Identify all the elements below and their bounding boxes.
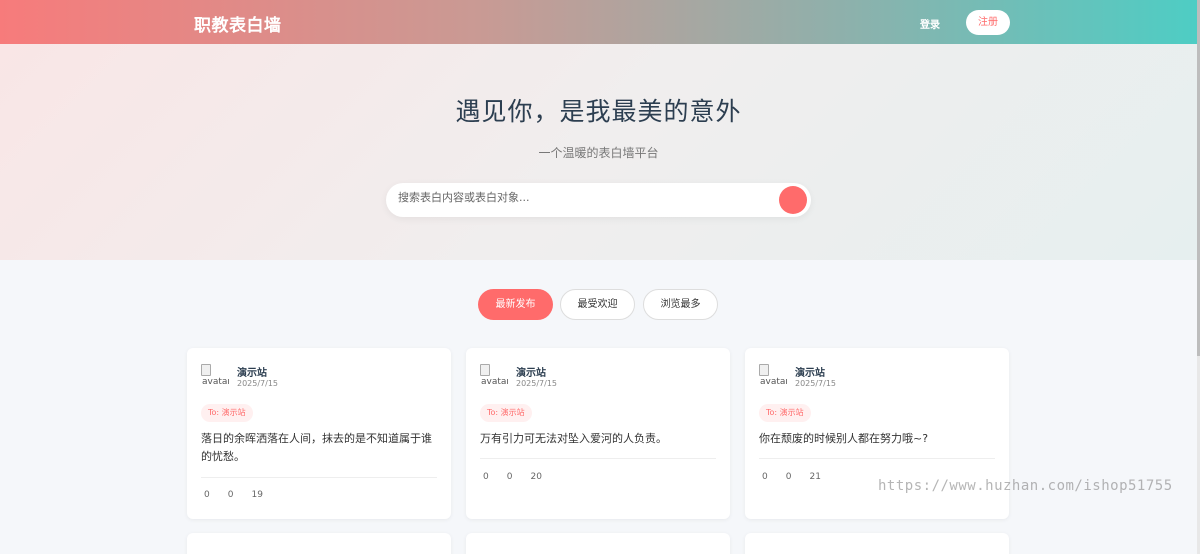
search-input[interactable] (398, 191, 768, 204)
watermark-text: https://www.huzhan.com/ishop51755 (878, 478, 1173, 494)
like-count[interactable]: 0 (483, 472, 489, 482)
top-navbar: 职教表白墙 登录 注册 (0, 0, 1197, 44)
avatar[interactable]: avatar (201, 364, 229, 392)
search-bar (386, 183, 811, 217)
comment-count[interactable]: 0 (507, 472, 513, 482)
broken-image-icon (201, 364, 211, 376)
post-date: 2025/7/15 (516, 379, 558, 388)
like-count[interactable]: 0 (762, 472, 768, 482)
recipient-tag: To: 演示站 (201, 404, 253, 422)
like-count[interactable]: 0 (204, 490, 210, 500)
card-stats: 0 0 19 (204, 490, 281, 500)
register-button[interactable]: 注册 (966, 10, 1010, 35)
tab-most-viewed[interactable]: 浏览最多 (643, 289, 718, 320)
sort-tabs: 最新发布 最受欢迎 浏览最多 (0, 289, 1197, 320)
card-stats: 0 0 20 (483, 472, 560, 482)
broken-image-icon (480, 364, 490, 376)
hero-banner: 遇见你，是我最美的意外 一个温暖的表白墙平台 (0, 44, 1197, 260)
avatar-alt-text: avatar (481, 377, 508, 387)
hero-subtitle: 一个温暖的表白墙平台 (538, 146, 659, 160)
confession-card[interactable]: avatar 演示站 2025/7/15 To: 演示站 落日的余晖洒落在人间，… (187, 348, 451, 519)
card-content: 你在颓废的时候别人都在努力哦~? (759, 432, 929, 445)
card-divider (759, 458, 995, 459)
card-content: 万有引力可无法对坠入爱河的人负责。 (480, 432, 667, 445)
hero-title: 遇见你，是我最美的意外 (455, 97, 742, 126)
view-count: 20 (530, 472, 542, 482)
comment-count[interactable]: 0 (228, 490, 234, 500)
login-link[interactable]: 登录 (920, 16, 940, 31)
recipient-tag: To: 演示站 (480, 404, 532, 422)
post-date: 2025/7/15 (795, 379, 837, 388)
comment-count[interactable]: 0 (786, 472, 792, 482)
avatar-alt-text: avatar (202, 377, 229, 387)
view-count: 19 (251, 490, 263, 500)
search-button[interactable] (779, 186, 807, 214)
avatar[interactable]: avatar (480, 364, 508, 392)
card-stats: 0 0 21 (762, 472, 839, 482)
confession-card[interactable]: avatar 演示站 2025/7/15 To: 演示站 万有引力可无法对坠入爱… (466, 348, 730, 519)
author-name[interactable]: 演示站 (516, 364, 546, 379)
view-count: 21 (809, 472, 821, 482)
tab-latest[interactable]: 最新发布 (478, 289, 553, 320)
broken-image-icon (759, 364, 769, 376)
author-name[interactable]: 演示站 (237, 364, 267, 379)
author-name[interactable]: 演示站 (795, 364, 825, 379)
card-content: 落日的余晖洒落在人间，抹去的是不知道属于谁的忧愁。 (201, 432, 432, 463)
avatar[interactable]: avatar (759, 364, 787, 392)
card-divider (480, 458, 716, 459)
avatar-alt-text: avatar (760, 377, 787, 387)
confession-card[interactable] (466, 533, 730, 554)
post-date: 2025/7/15 (237, 379, 279, 388)
brand-logo[interactable]: 职教表白墙 (194, 11, 282, 36)
recipient-tag: To: 演示站 (759, 404, 811, 422)
card-divider (201, 477, 437, 478)
confession-card[interactable] (745, 533, 1009, 554)
tab-popular[interactable]: 最受欢迎 (560, 289, 635, 320)
confession-card[interactable] (187, 533, 451, 554)
